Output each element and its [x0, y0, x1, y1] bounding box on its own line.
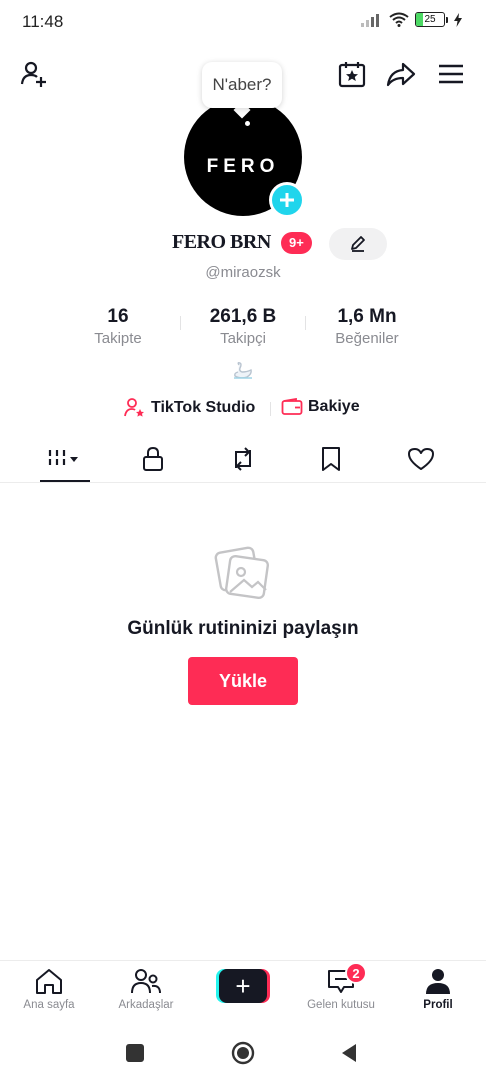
create-button[interactable]: + [216, 969, 270, 1003]
photos-icon [214, 546, 270, 600]
signal-icon [361, 13, 379, 27]
pencil-icon [351, 236, 365, 252]
tiktok-studio-label: TikTok Studio [151, 399, 256, 416]
status-bar: 11:48 25 [0, 0, 486, 44]
username: @miraozsk [205, 264, 281, 281]
add-story-button[interactable] [269, 182, 305, 218]
edit-profile-button[interactable] [329, 228, 387, 260]
back-triangle-icon [342, 1044, 356, 1062]
square-icon [126, 1044, 144, 1062]
nav-home[interactable]: Ana sayfa [1, 961, 97, 1023]
balance-link[interactable]: Bakiye [281, 398, 360, 416]
stat-value: 1,6 Mn [337, 306, 397, 327]
content-tabs [0, 437, 486, 483]
wallet-icon [281, 398, 303, 415]
note-bubble-dot [245, 121, 250, 126]
heart-icon [408, 448, 434, 470]
battery-icon: 25 [415, 12, 448, 27]
stat-divider [305, 316, 306, 330]
upload-button[interactable]: Yükle [188, 657, 298, 705]
stat-label: Takipçi [220, 330, 266, 347]
bookmark-icon [322, 447, 340, 471]
add-user-icon[interactable] [14, 54, 54, 94]
menu-icon[interactable] [431, 54, 471, 94]
charging-icon [454, 12, 462, 27]
friends-icon [131, 969, 161, 994]
tab-liked[interactable] [396, 437, 446, 481]
share-icon[interactable] [381, 54, 421, 94]
stat-divider [180, 316, 181, 330]
display-name: FERO BRN [172, 231, 271, 253]
stat-following[interactable]: 16 Takipte [58, 306, 178, 347]
tab-saved[interactable] [306, 437, 356, 481]
nav-profile[interactable]: Profil [390, 961, 486, 1023]
swan-icon [234, 362, 252, 379]
tab-private[interactable] [128, 437, 178, 481]
avatar-logo: FERO [206, 156, 280, 177]
status-icons: 25 [361, 12, 462, 27]
nav-label: Ana sayfa [23, 999, 75, 1011]
note-bubble[interactable]: N'aber? [202, 62, 282, 108]
calendar-star-icon[interactable] [332, 54, 372, 94]
nav-label: Gelen kutusu [307, 999, 375, 1011]
status-time: 11:48 [22, 12, 64, 31]
battery-level: 25 [424, 14, 436, 25]
user-star-icon [124, 398, 144, 417]
tab-reposts[interactable] [218, 437, 268, 481]
bottom-nav: Ana sayfa Arkadaşlar + Gelen kutusu Prof… [0, 960, 486, 1026]
system-nav-bar [0, 1026, 486, 1080]
notification-badge[interactable]: 9+ [281, 232, 312, 254]
stats-row: 16 Takipte 261,6 B Takipçi 1,6 Mn Beğeni… [0, 306, 486, 350]
home-icon [36, 969, 62, 994]
stat-value: 261,6 B [209, 306, 277, 327]
nav-friends[interactable]: Arkadaşlar [98, 961, 194, 1023]
stat-followers[interactable]: 261,6 B Takipçi [183, 306, 303, 347]
recents-button[interactable] [120, 1038, 150, 1068]
name-row: FERO BRN 9+ [0, 228, 486, 260]
stat-label: Takipte [94, 330, 142, 347]
empty-state-title: Günlük rutininizi paylaşın [127, 618, 359, 639]
back-button[interactable] [334, 1038, 364, 1068]
stat-label: Beğeniler [335, 330, 399, 347]
wifi-icon [389, 12, 409, 27]
home-button[interactable] [228, 1038, 258, 1068]
videos-grid-icon [48, 450, 78, 468]
nav-label: Arkadaşlar [118, 999, 174, 1011]
stat-likes[interactable]: 1,6 Mn Beğeniler [307, 306, 427, 347]
profile-links: TikTok Studio Bakiye [0, 398, 486, 420]
profile-icon [426, 969, 450, 994]
tab-underline [40, 480, 90, 482]
nav-label: Profil [423, 999, 453, 1011]
plus-icon [280, 193, 294, 207]
tiktok-studio-link[interactable]: TikTok Studio [124, 398, 255, 418]
nav-inbox[interactable]: Gelen kutusu [293, 961, 389, 1023]
link-divider [270, 402, 271, 416]
balance-label: Bakiye [308, 398, 360, 415]
tab-videos[interactable] [40, 437, 90, 481]
inbox-badge: 2 [345, 962, 367, 984]
stat-value: 16 [107, 306, 129, 327]
lock-icon [143, 446, 163, 471]
circle-icon [231, 1041, 255, 1065]
note-bubble-text: N'aber? [212, 75, 272, 94]
create-plus-icon: + [219, 969, 267, 1003]
repost-icon [235, 447, 251, 471]
